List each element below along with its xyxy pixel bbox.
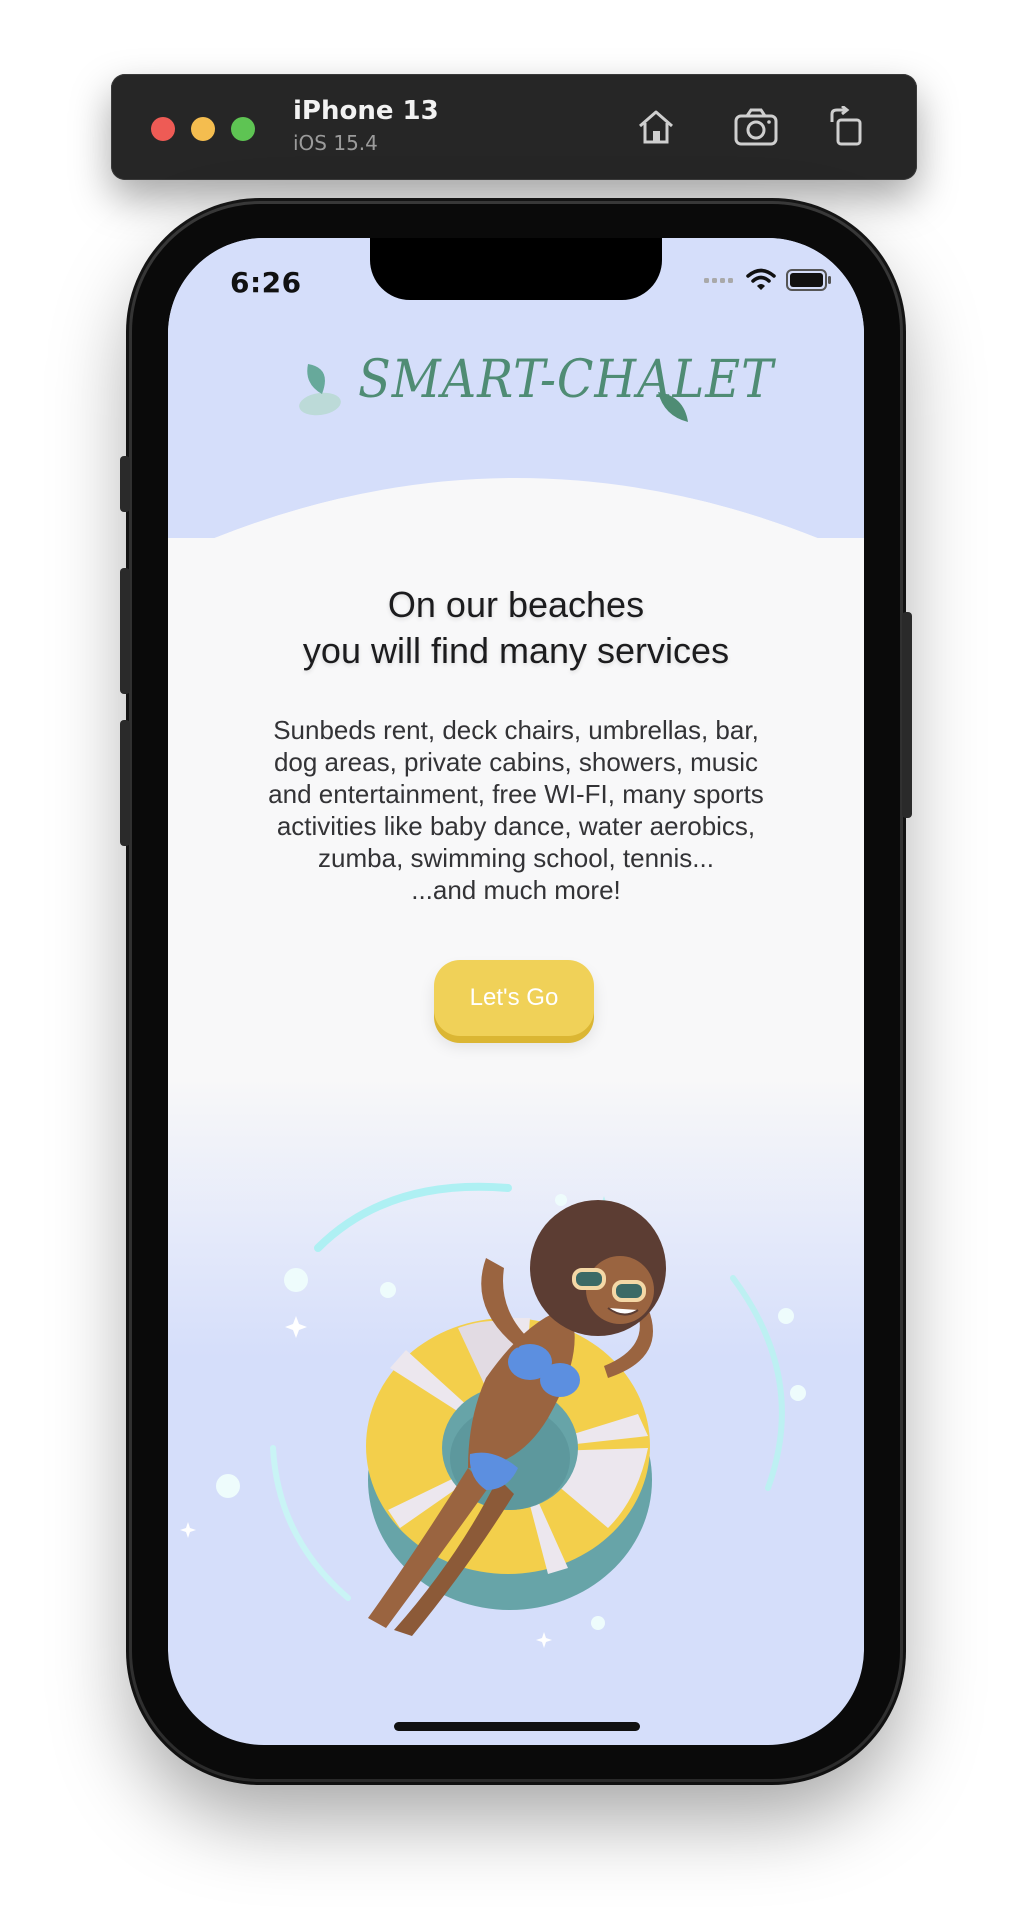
logo-text: SMART-CHALET — [358, 350, 774, 410]
notch — [370, 238, 662, 300]
services-description: Sunbeds rent, deck chairs, umbrellas, ba… — [228, 714, 804, 906]
power-button[interactable] — [902, 612, 912, 818]
description-line: zumba, swimming school, tennis... — [318, 843, 714, 873]
status-time: 6:26 — [230, 266, 302, 299]
signal-icon — [704, 278, 733, 283]
description-line: dog areas, private cabins, showers, musi… — [273, 747, 759, 777]
beach-illustration — [180, 1182, 806, 1648]
minimize-window-button[interactable] — [191, 117, 215, 141]
simulator-toolbar: iPhone 13 iOS 15.4 — [111, 74, 917, 180]
headline-line-2: you will find many services — [302, 630, 730, 671]
device-name: iPhone 13 — [293, 96, 439, 126]
battery-icon — [786, 269, 831, 291]
rotate-button[interactable] — [821, 102, 871, 152]
wifi-icon — [746, 268, 776, 290]
lets-go-button[interactable]: Let's Go — [434, 960, 594, 1036]
description-line: Sunbeds rent, deck chairs, umbrellas, ba… — [273, 715, 759, 745]
app-screen: 6:26 SMART-CHALET On our beaches you wil… — [168, 238, 864, 1745]
os-version: iOS 15.4 — [293, 131, 378, 155]
close-window-button[interactable] — [151, 117, 175, 141]
volume-up-button[interactable] — [120, 568, 130, 694]
headline: On our beaches you will find many servic… — [168, 582, 864, 674]
home-icon — [639, 110, 673, 144]
leaf-icon — [299, 364, 341, 416]
volume-down-button[interactable] — [120, 720, 130, 846]
phone-frame: 6:26 SMART-CHALET On our beaches you wil… — [120, 204, 912, 1779]
rotate-icon — [830, 106, 862, 146]
camera-icon — [734, 108, 778, 146]
screenshot-button[interactable] — [731, 102, 781, 152]
status-icons — [704, 268, 832, 292]
headline-line-1: On our beaches — [387, 584, 645, 625]
description-line: ...and much more! — [411, 875, 621, 905]
mute-switch[interactable] — [120, 456, 130, 512]
leaf-icon — [658, 392, 688, 422]
zoom-window-button[interactable] — [231, 117, 255, 141]
app-logo: SMART-CHALET — [298, 350, 773, 428]
home-button[interactable] — [631, 102, 681, 152]
home-indicator[interactable] — [394, 1722, 640, 1731]
description-line: activities like baby dance, water aerobi… — [276, 811, 756, 841]
description-line: and entertainment, free WI-FI, many spor… — [268, 779, 764, 809]
